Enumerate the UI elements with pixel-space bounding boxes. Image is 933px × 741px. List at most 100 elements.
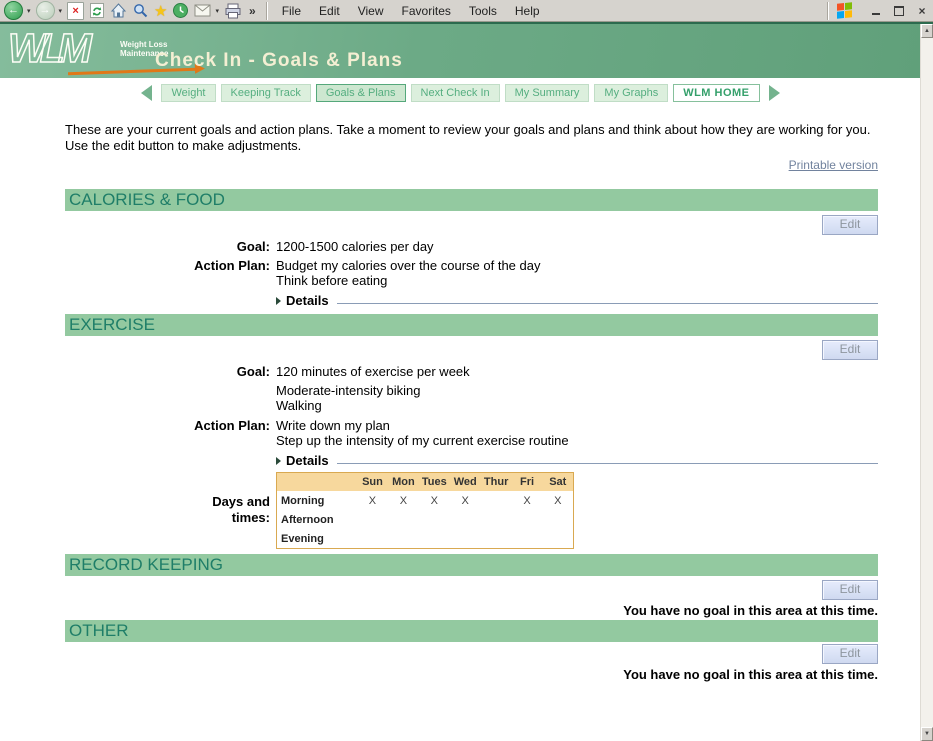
tab-goals-plans[interactable]: Goals & Plans [316,84,406,102]
menu-file[interactable]: File [282,4,301,18]
details-arrow-icon [276,457,281,465]
day-header: Sat [543,473,574,492]
tab-next-check-in[interactable]: Next Check In [411,84,500,102]
scroll-up-icon[interactable]: ▲ [921,24,933,38]
back-icon[interactable]: ← [4,2,23,20]
close-icon[interactable]: × [915,4,929,18]
details-divider [337,303,878,304]
restore-icon[interactable] [892,4,906,18]
nav-next-arrow-icon[interactable] [769,85,780,101]
edit-button-record-keeping[interactable]: Edit [822,580,878,600]
schedule-mark: X [512,491,543,510]
schedule-header-row: Sun Mon Tues Wed Thur Fri Sat [277,473,574,492]
days-and-times-label: Days and times: [65,472,270,549]
schedule-mark [543,529,574,549]
schedule-mark [481,529,512,549]
refresh-icon[interactable] [89,2,105,20]
goal-row: Goal: 120 minutes of exercise per week M… [65,364,878,413]
tab-wlm-home[interactable]: WLM HOME [673,84,759,102]
menu-favorites[interactable]: Favorites [402,4,451,18]
schedule-mark [388,529,419,549]
schedule-mark [481,491,512,510]
goal-label: Goal: [65,239,270,254]
day-header: Sun [357,473,388,492]
menu-bar: File Edit View Favorites Tools Help [282,4,540,18]
app-header: WLM Weight Loss Maintenance Check In - G… [0,24,933,78]
tab-keeping-track[interactable]: Keeping Track [221,84,311,102]
exercise-schedule-table: Sun Mon Tues Wed Thur Fri Sat Morning X … [276,472,574,549]
schedule-mark: X [419,491,450,510]
toolbar-separator [827,2,829,20]
browser-toolbar: ← ▾ → ▾ × ★ ▾ » File Edit View Favorites… [0,0,933,22]
forward-icon[interactable]: → [36,2,55,20]
goal-value: 1200-1500 calories per day [276,239,878,254]
day-header: Thur [481,473,512,492]
favorites-icon[interactable]: ★ [154,2,167,20]
search-icon[interactable] [132,2,149,20]
page-body: These are your current goals and action … [0,108,921,741]
schedule-row: Days and times: Sun Mon Tues Wed Thur Fr… [65,472,878,549]
stop-icon[interactable]: × [67,2,84,20]
edit-button-exercise[interactable]: Edit [822,340,878,360]
print-icon[interactable] [224,2,242,20]
history-icon[interactable] [172,2,189,20]
mail-icon[interactable] [194,2,211,20]
goal-row: Goal: 1200-1500 calories per day [65,239,878,254]
no-goal-text: You have no goal in this area at this ti… [65,667,878,682]
home-icon[interactable] [110,2,127,20]
action-plan-line: Step up the intensity of my current exer… [276,433,878,448]
back-dropdown-icon[interactable]: ▾ [27,7,31,15]
action-plan-row: Action Plan: Budget my calories over the… [65,258,878,288]
toolbar-overflow-icon[interactable]: » [249,4,256,18]
section-header-exercise: EXERCISE [65,314,878,336]
schedule-mark [481,510,512,529]
goal-value: 120 minutes of exercise per week [276,364,878,379]
schedule-row-afternoon: Afternoon [277,510,574,529]
day-header: Wed [450,473,481,492]
details-arrow-icon [276,297,281,305]
details-row: Details [65,294,878,308]
menu-view[interactable]: View [358,4,384,18]
scroll-down-icon[interactable]: ▼ [921,727,933,741]
logo-letters: WLM [8,25,85,71]
section-header-calories-food: CALORIES & FOOD [65,189,878,211]
schedule-mark: X [450,491,481,510]
menu-help[interactable]: Help [515,4,540,18]
schedule-mark [450,510,481,529]
details-toggle-exercise[interactable]: Details [286,454,329,468]
schedule-mark [512,510,543,529]
menu-tools[interactable]: Tools [469,4,497,18]
schedule-mark [419,529,450,549]
menu-edit[interactable]: Edit [319,4,340,18]
minimize-icon[interactable] [869,4,883,18]
action-plan-line: Think before eating [276,273,878,288]
vertical-scrollbar[interactable]: ▲ ▼ [920,24,933,741]
details-divider [337,463,878,464]
schedule-row-evening: Evening [277,529,574,549]
forward-dropdown-icon[interactable]: ▾ [59,7,63,15]
schedule-mark [388,510,419,529]
details-toggle-calories[interactable]: Details [286,294,329,308]
tab-weight[interactable]: Weight [161,84,215,102]
printable-version-link[interactable]: Printable version [789,158,878,172]
intro-text: These are your current goals and action … [65,122,878,154]
action-plan-line: Budget my calories over the course of th… [276,258,878,273]
tab-my-graphs[interactable]: My Graphs [594,84,668,102]
no-goal-text: You have no goal in this area at this ti… [65,603,878,618]
section-header-record-keeping: RECORD KEEPING [65,554,878,576]
schedule-mark [357,529,388,549]
mail-dropdown-icon[interactable]: ▾ [215,7,219,15]
edit-button-calories-food[interactable]: Edit [822,215,878,235]
schedule-mark: X [543,491,574,510]
goal-label: Goal: [65,364,270,413]
toolbar-separator [266,2,268,20]
edit-button-other[interactable]: Edit [822,644,878,664]
action-plan-label: Action Plan: [65,258,270,288]
day-header: Fri [512,473,543,492]
nav-prev-arrow-icon[interactable] [141,85,152,101]
schedule-mark [512,529,543,549]
section-header-other: OTHER [65,620,878,642]
schedule-mark [450,529,481,549]
goal-value: Moderate-intensity biking [276,383,878,398]
tab-my-summary[interactable]: My Summary [505,84,590,102]
